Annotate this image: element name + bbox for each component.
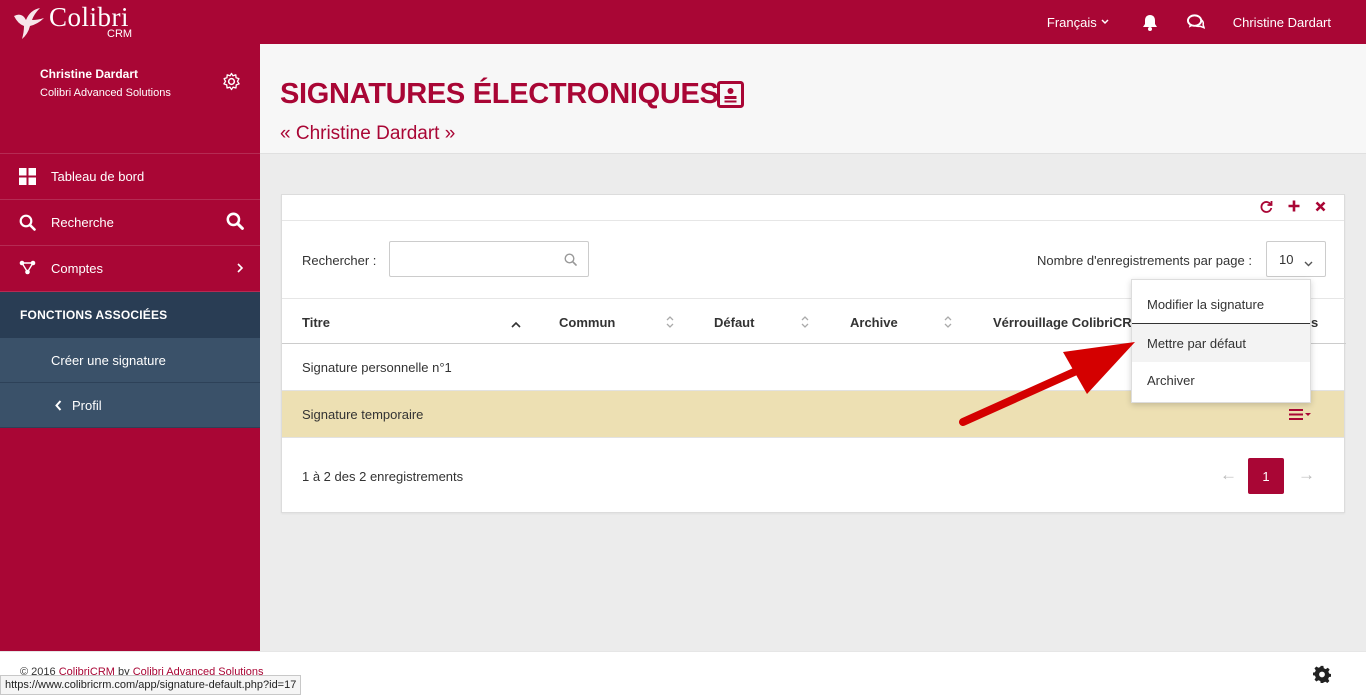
column-header-default[interactable]: Défaut — [714, 299, 754, 345]
app-subname: CRM — [107, 28, 133, 40]
browser-status-url: https://www.colibricrm.com/app/signature… — [0, 675, 302, 695]
sidebar-item-label: Créer une signature — [51, 352, 166, 368]
search-label: Rechercher : — [302, 253, 377, 268]
language-selector[interactable]: Français — [1047, 15, 1109, 30]
column-label: Vérrouillage ColibriCRM — [993, 314, 1143, 330]
column-label: s — [1311, 314, 1319, 330]
chevron-down-icon — [1101, 17, 1109, 27]
profile-company: Colibri Advanced Solutions — [40, 87, 171, 99]
search-input[interactable] — [390, 242, 550, 276]
gear-icon[interactable] — [222, 72, 241, 94]
bell-icon[interactable] — [1141, 13, 1159, 31]
sidebar-item-accounts[interactable]: Comptes — [0, 246, 260, 292]
sidebar-item-profile[interactable]: Profil — [0, 383, 260, 428]
table-info: 1 à 2 des 2 enregistrements — [302, 469, 464, 484]
settings-gear-icon[interactable] — [1313, 665, 1331, 686]
dashboard-icon — [19, 168, 37, 186]
menu-item-label: Modifier la signature — [1147, 296, 1265, 312]
chevron-left-icon — [55, 399, 62, 414]
row-title: Signature personnelle n°1 — [302, 359, 452, 375]
menu-item-archive[interactable]: Archiver — [1132, 361, 1310, 399]
column-label: Défaut — [714, 314, 755, 330]
page-title: SIGNATURES ÉLECTRONIQUES — [280, 78, 719, 110]
sort-icon[interactable] — [665, 315, 675, 329]
column-label: Commun — [559, 314, 616, 330]
menu-item-edit-signature[interactable]: Modifier la signature — [1132, 285, 1310, 323]
sidebar-item-label: Tableau de bord — [51, 169, 145, 184]
pagination-prev[interactable]: ← — [1220, 465, 1237, 485]
sort-icon[interactable] — [800, 315, 810, 329]
column-header-common[interactable]: Commun — [559, 299, 615, 345]
row-actions-dropdown: Modifier la signature Mettre par défaut … — [1131, 279, 1311, 403]
contact-card-icon — [717, 81, 744, 111]
column-header-archive[interactable]: Archive — [850, 299, 898, 345]
hummingbird-logo-icon — [14, 8, 44, 39]
profile-name: Christine Dardart — [40, 67, 139, 81]
row-actions-menu-icon[interactable] — [1289, 408, 1311, 423]
sidebar-item-label: Recherche — [51, 215, 114, 230]
refresh-icon[interactable] — [1260, 200, 1274, 214]
pagination-next[interactable]: → — [1298, 465, 1315, 485]
panel-toolbar — [282, 195, 1344, 221]
menu-item-label: Archiver — [1147, 372, 1195, 388]
app-logo[interactable]: Colibri CRM — [12, 2, 142, 42]
search-icon — [19, 214, 37, 232]
sidebar-item-label: Comptes — [51, 261, 104, 276]
column-header-actions[interactable]: s — [1311, 299, 1318, 345]
user-menu[interactable]: Christine Dardart — [1233, 15, 1331, 30]
per-page-select[interactable]: 10 — [1266, 241, 1326, 277]
search-icon[interactable] — [226, 212, 244, 233]
accounts-icon — [19, 260, 37, 278]
search-field-wrapper — [389, 241, 589, 277]
sidebar: Christine Dardart Colibri Advanced Solut… — [0, 44, 260, 651]
plus-icon[interactable] — [1288, 200, 1302, 214]
per-page-label: Nombre d'enregistrements par page : — [1037, 253, 1252, 268]
sidebar-profile: Christine Dardart Colibri Advanced Solut… — [0, 44, 260, 154]
page-subtitle: « Christine Dardart » — [280, 123, 456, 144]
column-label: Titre — [302, 314, 330, 330]
column-header-lock[interactable]: Vérrouillage ColibriCRM — [993, 299, 1143, 345]
search-icon — [564, 253, 577, 269]
close-icon[interactable] — [1315, 200, 1329, 214]
chat-icon[interactable] — [1186, 13, 1205, 31]
menu-item-set-default[interactable]: Mettre par défaut — [1132, 324, 1310, 362]
sidebar-item-label: Profil — [72, 397, 102, 413]
sidebar-item-dashboard[interactable]: Tableau de bord — [0, 154, 260, 200]
column-header-title[interactable]: Titre — [302, 299, 330, 345]
sidebar-item-create-signature[interactable]: Créer une signature — [0, 338, 260, 383]
sort-ascending-icon[interactable] — [511, 317, 521, 331]
chevron-down-icon — [1304, 255, 1313, 270]
menu-item-label: Mettre par défaut — [1147, 335, 1246, 351]
sidebar-item-search[interactable]: Recherche — [0, 200, 260, 246]
language-label: Français — [1046, 14, 1097, 30]
page-header: SIGNATURES ÉLECTRONIQUES « Christine Dar… — [260, 44, 1366, 154]
section-title-related-functions: FONCTIONS ASSOCIÉES — [0, 292, 260, 338]
pagination-page-1[interactable]: 1 — [1248, 458, 1284, 494]
row-title: Signature temporaire — [302, 406, 424, 422]
per-page-value: 10 — [1279, 251, 1294, 267]
chevron-right-icon — [237, 261, 244, 276]
sort-icon[interactable] — [943, 315, 953, 329]
column-label: Archive — [850, 314, 898, 330]
top-navbar: Colibri CRM Français Christine Dardart — [0, 0, 1366, 44]
